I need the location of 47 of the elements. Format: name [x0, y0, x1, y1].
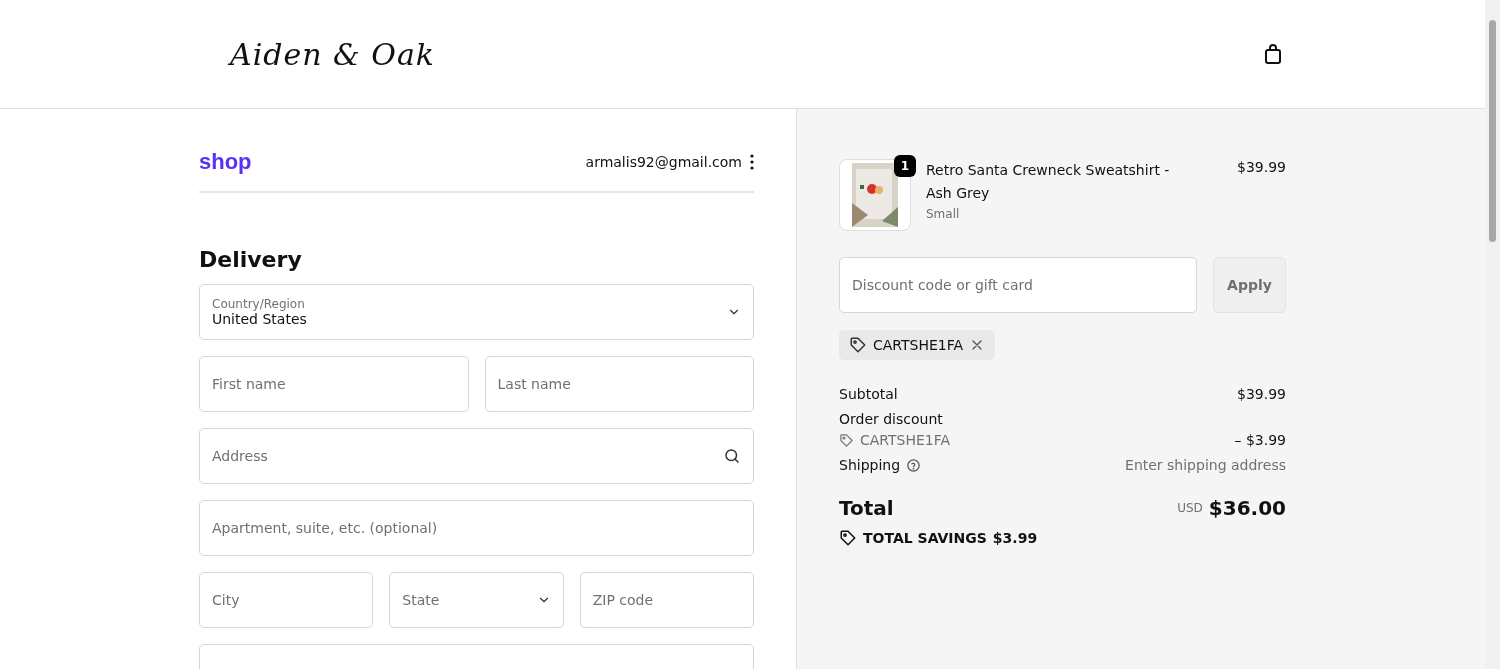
shipping-value: Enter shipping address — [1125, 457, 1286, 473]
placeholder-text: Discount code or gift card — [852, 277, 1033, 293]
placeholder-text: ZIP code — [592, 592, 654, 608]
input-field[interactable]: ZIP code — [579, 572, 754, 628]
savings-label: TOTAL SAVINGS — [863, 530, 987, 546]
discount-amount: – $3.99 — [1234, 432, 1286, 448]
summary-label: Shipping — [839, 457, 901, 473]
section-title: Delivery — [199, 247, 303, 272]
discount-field[interactable]: Discount code or gift card — [839, 257, 1197, 313]
total-value: $36.00 — [1208, 496, 1286, 520]
account-email: armalis92@gmail.com — [585, 154, 742, 170]
input-field[interactable]: Apartment, suite, etc. (optional) — [199, 500, 754, 556]
tag-icon — [849, 336, 867, 354]
field-label: Country/Region — [212, 297, 306, 311]
input-field[interactable]: City — [199, 572, 374, 628]
total-label: Total — [839, 496, 894, 520]
address-field[interactable]: Address — [199, 428, 754, 484]
tag-icon — [839, 529, 857, 547]
placeholder-text: State — [402, 592, 440, 608]
summary-label: Order discount — [839, 411, 944, 427]
discount-code: CARTSHE1FA — [873, 337, 964, 353]
discount-code: CARTSHE1FA — [860, 432, 951, 448]
more-options-icon[interactable] — [750, 154, 754, 170]
country-select[interactable]: Country/Region United States — [199, 284, 754, 340]
scrollbar[interactable] — [1485, 0, 1500, 669]
product-price: $39.99 — [1237, 159, 1286, 175]
state-select[interactable]: State — [389, 572, 564, 628]
summary-label: Subtotal — [839, 386, 898, 402]
summary-value: $39.99 — [1237, 386, 1286, 402]
placeholder-text: Address — [212, 448, 268, 464]
apply-button[interactable]: Apply — [1213, 257, 1286, 313]
tag-icon — [839, 432, 854, 448]
input-field[interactable]: First name — [199, 356, 469, 412]
savings-value: $3.99 — [992, 530, 1038, 546]
placeholder-text: City — [212, 592, 240, 608]
product-name: Retro Santa Crewneck Sweatshirt - Ash Grey — [926, 161, 1171, 203]
placeholder-text: Last name — [497, 376, 571, 392]
placeholder-text: First name — [212, 376, 286, 392]
currency-code: USD — [1177, 501, 1203, 515]
shop-logo: shop — [199, 149, 252, 175]
product-variant: Small — [926, 207, 961, 221]
input-field[interactable]: Last name — [484, 356, 754, 412]
search-icon — [723, 447, 741, 465]
help-icon[interactable] — [906, 457, 922, 473]
placeholder-text: Apartment, suite, etc. (optional) — [212, 520, 438, 536]
quantity-badge: 1 — [894, 155, 916, 177]
field-value: United States — [212, 311, 307, 327]
